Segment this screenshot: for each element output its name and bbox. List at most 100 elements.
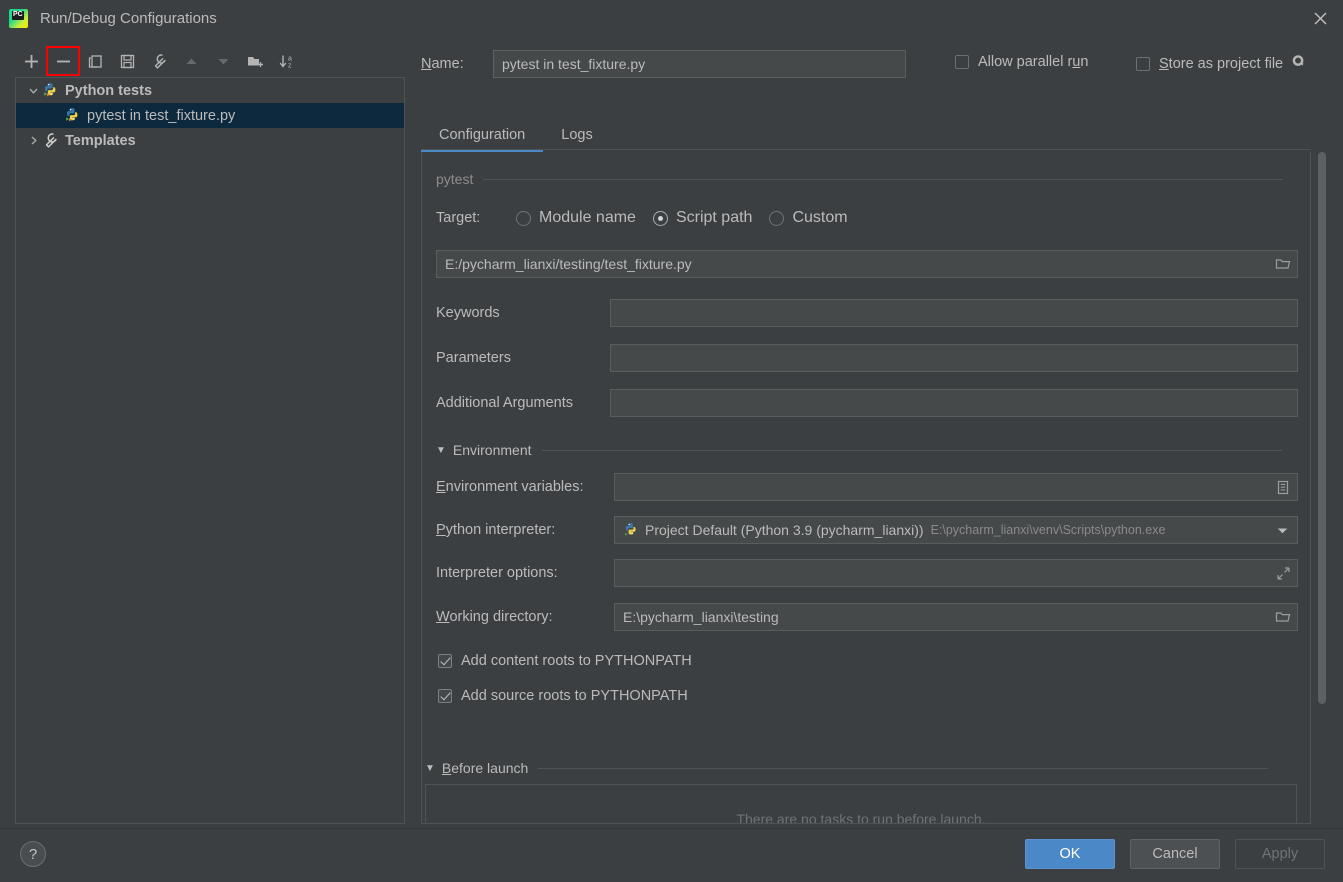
python-interpreter-row: Python interpreter: Project Default (Pyt… <box>436 516 1298 544</box>
environment-variables-row: Environment variables: <box>436 473 1298 501</box>
working-directory-row: Working directory: <box>436 603 1298 631</box>
chevron-right-icon[interactable] <box>24 135 42 146</box>
allow-parallel-run-checkbox[interactable]: Allow parallel run <box>955 54 1088 70</box>
tree-node-label: Python tests <box>65 83 152 99</box>
add-configuration-button[interactable] <box>15 47 47 75</box>
group-header-before-launch[interactable]: ▼ Before launch <box>425 760 1301 776</box>
chevron-down-icon[interactable] <box>24 85 42 96</box>
group-divider <box>542 450 1282 451</box>
close-icon[interactable] <box>1297 0 1343 36</box>
tree-node-python-tests[interactable]: Python tests <box>16 78 404 103</box>
configurations-toolbar: a z <box>15 46 405 76</box>
add-content-roots-label: Add content roots to PYTHONPATH <box>461 653 692 669</box>
configurations-tree: Python tests pytest in test_fixture.py <box>15 77 405 824</box>
parameters-row: Parameters <box>436 344 1298 372</box>
tree-node-pytest-in-test-fixture[interactable]: pytest in test_fixture.py <box>16 103 404 128</box>
additional-arguments-label: Additional Arguments <box>436 395 610 411</box>
expand-icon[interactable] <box>1269 560 1297 586</box>
name-label: Name: <box>421 56 493 72</box>
chevron-down-icon <box>1277 522 1288 538</box>
store-as-project-file-checkbox[interactable]: Store as project file <box>1136 54 1306 73</box>
tab-underline <box>421 149 1311 150</box>
triangle-down-icon: ▼ <box>436 445 446 456</box>
python-test-icon <box>64 107 81 124</box>
add-source-roots-label: Add source roots to PYTHONPATH <box>461 688 688 704</box>
radio-module-name[interactable]: Module name <box>516 209 636 227</box>
copy-configuration-button[interactable] <box>79 47 111 75</box>
radio-script-path[interactable]: Script path <box>653 209 752 227</box>
svg-text:a: a <box>288 55 292 62</box>
configuration-scrollbar[interactable] <box>1318 152 1326 824</box>
before-launch-task-list[interactable]: There are no tasks to run before launch. <box>425 784 1297 824</box>
environment-variables-input[interactable] <box>614 473 1298 501</box>
working-directory-label: Working directory: <box>436 609 614 625</box>
tree-node-label: Templates <box>65 133 136 149</box>
name-row: Name: <box>421 50 906 78</box>
title-bar: Run/Debug Configurations <box>0 0 1343 36</box>
checkbox-box <box>438 689 452 703</box>
radio-label: Custom <box>792 209 847 227</box>
list-edit-icon[interactable] <box>1269 474 1297 500</box>
interpreter-options-row: Interpreter options: <box>436 559 1298 587</box>
group-label: Before launch <box>442 760 528 776</box>
scrollbar-thumb[interactable] <box>1318 152 1326 704</box>
python-interpreter-label: Python interpreter: <box>436 522 614 538</box>
move-down-button[interactable] <box>207 47 239 75</box>
tree-node-templates[interactable]: Templates <box>16 128 404 153</box>
group-header-pytest: pytest <box>436 171 1296 187</box>
wrench-icon <box>42 132 59 149</box>
additional-arguments-input[interactable] <box>610 389 1298 417</box>
checkbox-box <box>438 654 452 668</box>
group-divider <box>483 179 1283 180</box>
move-up-button[interactable] <box>175 47 207 75</box>
python-icon <box>623 522 639 538</box>
allow-parallel-run-label: Allow parallel run <box>978 54 1088 70</box>
group-label: pytest <box>436 171 473 187</box>
remove-configuration-button[interactable] <box>47 47 79 75</box>
python-interpreter-combobox[interactable]: Project Default (Python 3.9 (pycharm_lia… <box>614 516 1298 544</box>
save-configuration-button[interactable] <box>111 47 143 75</box>
folder-icon[interactable] <box>1269 251 1297 277</box>
script-path-input[interactable] <box>436 250 1298 278</box>
group-header-environment[interactable]: ▼ Environment <box>436 442 1298 458</box>
environment-variables-label: Environment variables: <box>436 479 614 495</box>
interpreter-options-label: Interpreter options: <box>436 565 614 581</box>
add-content-roots-checkbox[interactable]: Add content roots to PYTHONPATH <box>438 653 692 669</box>
folder-icon[interactable] <box>1269 604 1297 630</box>
pycharm-logo-icon <box>9 9 28 28</box>
working-directory-input[interactable] <box>614 603 1298 631</box>
radio-custom[interactable]: Custom <box>769 209 847 227</box>
name-input[interactable] <box>493 50 906 78</box>
interpreter-options-input[interactable] <box>614 559 1298 587</box>
tree-node-label: pytest in test_fixture.py <box>87 108 235 124</box>
interpreter-path-value: E:\pycharm_lianxi\venv\Scripts\python.ex… <box>931 523 1166 537</box>
before-launch-empty-text: There are no tasks to run before launch. <box>426 811 1296 824</box>
window-title: Run/Debug Configurations <box>40 10 217 27</box>
apply-button[interactable]: Apply <box>1235 839 1325 869</box>
radio-circle <box>516 211 531 226</box>
gear-dropdown-icon[interactable] <box>1291 54 1306 73</box>
keywords-input[interactable] <box>610 299 1298 327</box>
group-label: Environment <box>453 442 532 458</box>
add-source-roots-checkbox[interactable]: Add source roots to PYTHONPATH <box>438 688 688 704</box>
cancel-button[interactable]: Cancel <box>1130 839 1220 869</box>
run-debug-configurations-dialog: Run/Debug Configurations <box>0 0 1343 882</box>
parameters-input[interactable] <box>610 344 1298 372</box>
radio-label: Module name <box>539 209 636 227</box>
edit-templates-button[interactable] <box>143 47 175 75</box>
radio-circle <box>653 211 668 226</box>
target-label: Target: <box>436 210 514 226</box>
script-path-field <box>436 250 1298 278</box>
ok-button[interactable]: OK <box>1025 839 1115 869</box>
tab-bar: Configuration Logs <box>421 118 1311 152</box>
python-test-icon <box>42 82 59 99</box>
triangle-down-icon: ▼ <box>425 763 435 774</box>
help-button[interactable]: ? <box>20 841 46 867</box>
parameters-label: Parameters <box>436 350 610 366</box>
svg-text:z: z <box>288 62 292 69</box>
keywords-row: Keywords <box>436 299 1298 327</box>
new-folder-button[interactable] <box>239 47 271 75</box>
sort-alphabetically-button[interactable]: a z <box>271 47 303 75</box>
additional-arguments-row: Additional Arguments <box>436 389 1298 417</box>
target-row: Target: Module name Script path Custom <box>436 209 848 227</box>
